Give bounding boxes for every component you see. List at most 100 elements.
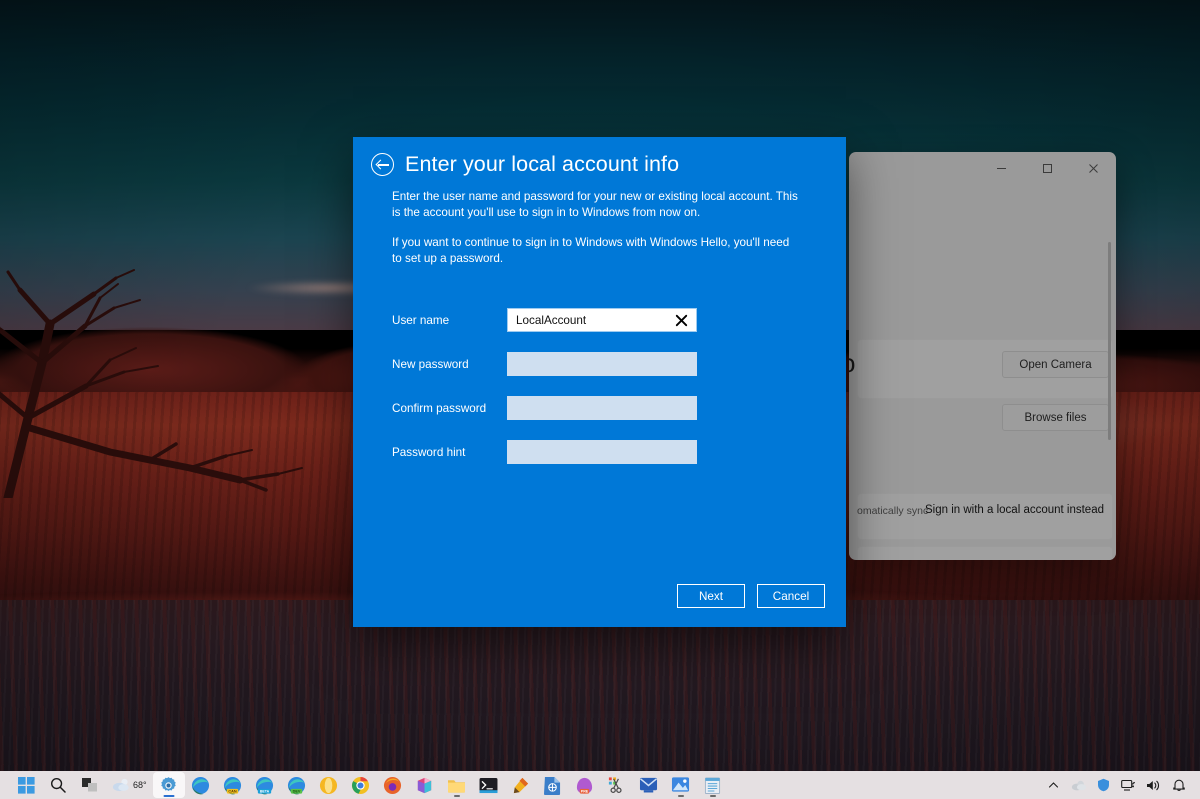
- settings-titlebar[interactable]: [849, 152, 1116, 184]
- password-hint-input[interactable]: [507, 440, 697, 464]
- settings-card-account: [857, 546, 1113, 560]
- chevron-up-icon: [1048, 780, 1059, 791]
- taskbar-item-mail[interactable]: [633, 772, 665, 798]
- form-row-user-name: User name LocalAccount: [392, 298, 846, 342]
- volume-tray-icon[interactable]: [1141, 772, 1166, 798]
- taskbar-item-office[interactable]: [409, 772, 441, 798]
- office-icon: [415, 776, 434, 795]
- taskbar-item-paint[interactable]: [505, 772, 537, 798]
- taskbar-item-snipping-tool[interactable]: [601, 772, 633, 798]
- user-name-input[interactable]: LocalAccount: [507, 308, 697, 332]
- user-name-label: User name: [392, 314, 507, 327]
- network-icon: [1121, 779, 1136, 792]
- dialog-description: Enter the user name and password for you…: [353, 177, 846, 266]
- notifications-button[interactable]: [1166, 772, 1191, 798]
- gear-icon: [159, 776, 178, 795]
- form-row-password-hint: Password hint: [392, 430, 846, 474]
- taskbar-item-opera[interactable]: [313, 772, 345, 798]
- taskbar-item-terminal[interactable]: [473, 772, 505, 798]
- form-row-confirm-password: Confirm password: [392, 386, 846, 430]
- user-name-value: LocalAccount: [508, 314, 670, 327]
- account-form: User name LocalAccount New password Conf…: [353, 298, 846, 474]
- taskbar-item-word[interactable]: [537, 772, 569, 798]
- taskbar-item-edge-beta[interactable]: BETA: [249, 772, 281, 798]
- show-hidden-icons-button[interactable]: [1041, 772, 1066, 798]
- edge-icon: [191, 776, 210, 795]
- back-arrow-icon[interactable]: [371, 153, 394, 176]
- taskbar-item-firefox[interactable]: [377, 772, 409, 798]
- dialog-paragraph-1: Enter the user name and password for you…: [392, 189, 802, 220]
- edge-canary-icon: CAN: [223, 776, 242, 795]
- task-view-icon: [82, 778, 98, 792]
- scissors-icon: [607, 776, 626, 795]
- onedrive-tray-icon[interactable]: [1066, 772, 1091, 798]
- taskbar-item-photos[interactable]: [665, 772, 697, 798]
- taskbar-apps: 68°: [0, 772, 729, 798]
- password-hint-label: Password hint: [392, 446, 507, 459]
- taskbar-item-chrome[interactable]: [345, 772, 377, 798]
- dialog-actions: Next Cancel: [677, 584, 825, 608]
- browse-files-button[interactable]: Browse files: [1002, 404, 1109, 431]
- taskbar-item-edge-canary[interactable]: CAN: [217, 772, 249, 798]
- maximize-button[interactable]: [1024, 152, 1070, 184]
- system-tray: [1041, 772, 1200, 798]
- new-password-input[interactable]: [507, 352, 697, 376]
- speaker-icon: [1146, 779, 1161, 792]
- paint-icon: [511, 776, 530, 795]
- cloud-icon: [1071, 779, 1087, 791]
- taskbar-item-settings[interactable]: [153, 772, 185, 798]
- open-camera-button[interactable]: Open Camera: [1002, 351, 1109, 378]
- folder-icon: [447, 777, 466, 794]
- opera-icon: [319, 776, 338, 795]
- next-button[interactable]: Next: [677, 584, 745, 608]
- windows-logo-icon: [18, 777, 35, 794]
- shield-icon: [1097, 778, 1110, 792]
- chrome-icon: [351, 776, 370, 795]
- settings-window[interactable]: o Open Camera Browse files omatically sy…: [849, 152, 1116, 560]
- local-account-dialog: Enter your local account info Enter the …: [353, 137, 846, 627]
- close-icon[interactable]: [670, 314, 692, 327]
- notepad-icon: [704, 776, 721, 795]
- settings-page-title: o: [849, 348, 856, 379]
- svg-text:PRE: PRE: [581, 789, 589, 793]
- sign-in-local-account-link[interactable]: Sign in with a local account instead: [925, 504, 1104, 516]
- taskbar-item-edge[interactable]: [185, 772, 217, 798]
- dialog-paragraph-2: If you want to continue to sign in to Wi…: [392, 235, 802, 266]
- terminal-icon: [479, 777, 498, 794]
- svg-text:DEV: DEV: [293, 789, 301, 793]
- bell-icon: [1172, 778, 1186, 792]
- weather-widget[interactable]: 68°: [106, 772, 153, 798]
- new-password-label: New password: [392, 358, 507, 371]
- weather-temperature: 68°: [133, 780, 147, 790]
- task-view-button[interactable]: [74, 772, 106, 798]
- sync-description-text: omatically sync: [857, 505, 928, 517]
- word-document-icon: [544, 776, 561, 795]
- confirm-password-input[interactable]: [507, 396, 697, 420]
- windows-security-tray-icon[interactable]: [1091, 772, 1116, 798]
- cloud-icon: [112, 777, 130, 793]
- taskbar-item-notepad[interactable]: [697, 772, 729, 798]
- search-button[interactable]: [42, 772, 74, 798]
- close-button[interactable]: [1070, 152, 1116, 184]
- taskbar-item-powerpoint[interactable]: PRE: [569, 772, 601, 798]
- minimize-button[interactable]: [978, 152, 1024, 184]
- svg-text:CAN: CAN: [229, 789, 237, 793]
- cancel-button[interactable]: Cancel: [757, 584, 825, 608]
- form-row-new-password: New password: [392, 342, 846, 386]
- dialog-header: Enter your local account info: [353, 137, 846, 177]
- confirm-password-label: Confirm password: [392, 402, 507, 415]
- dialog-title: Enter your local account info: [405, 152, 679, 177]
- edge-beta-icon: BETA: [255, 776, 274, 795]
- taskbar-item-file-explorer[interactable]: [441, 772, 473, 798]
- edge-dev-icon: DEV: [287, 776, 306, 795]
- photos-icon: [671, 776, 690, 794]
- network-tray-icon[interactable]: [1116, 772, 1141, 798]
- svg-text:BETA: BETA: [260, 789, 270, 793]
- taskbar: 68°: [0, 771, 1200, 799]
- start-button[interactable]: [10, 772, 42, 798]
- mail-icon: [639, 776, 658, 794]
- taskbar-item-edge-dev[interactable]: DEV: [281, 772, 313, 798]
- settings-scrollbar[interactable]: [1108, 242, 1111, 440]
- desktop-screen: o Open Camera Browse files omatically sy…: [0, 0, 1200, 799]
- search-icon: [50, 777, 66, 793]
